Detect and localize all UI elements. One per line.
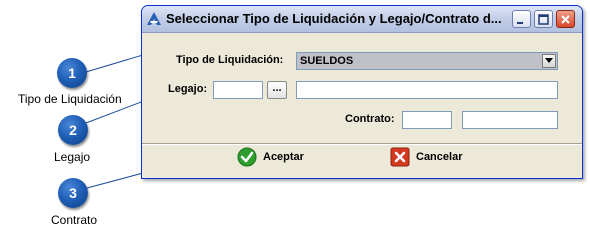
minimize-icon (517, 21, 523, 24)
dialog-window: Seleccionar Tipo de Liquidación y Legajo… (141, 5, 583, 179)
legajo-browse-button[interactable]: ... (267, 81, 287, 99)
legajo-label: Legajo: (168, 83, 208, 95)
legajo-input[interactable] (213, 81, 263, 99)
contrato-description-field[interactable] (462, 111, 558, 129)
close-icon (561, 14, 570, 24)
button-separator (142, 143, 582, 145)
callout-badge-3: 3 (58, 178, 88, 208)
app-logo-icon (147, 12, 161, 25)
callout-badge-2: 2 (58, 115, 88, 145)
maximize-button[interactable] (534, 10, 553, 28)
close-button[interactable] (556, 10, 575, 28)
tipo-liquidacion-label: Tipo de Liquidación: (176, 54, 284, 66)
tipo-liquidacion-value: SUELDOS (300, 55, 354, 67)
contrato-input[interactable] (402, 111, 452, 129)
tipo-liquidacion-dropdown-button[interactable] (542, 54, 556, 68)
callout-badge-1: 1 (57, 58, 87, 88)
legajo-description-field[interactable] (296, 81, 558, 99)
minimize-button[interactable] (512, 10, 531, 28)
cancel-x-icon (390, 147, 410, 167)
cancel-button[interactable]: Cancelar (390, 146, 462, 168)
chevron-down-icon (545, 58, 553, 63)
callout-caption-contrato: Contrato (51, 213, 98, 227)
tipo-liquidacion-select[interactable]: SUELDOS (296, 52, 558, 70)
accept-button[interactable]: Aceptar (237, 146, 304, 168)
check-icon (237, 147, 257, 167)
contrato-label: Contrato: (345, 113, 395, 125)
callout-caption-tipo: Tipo de Liquidación (18, 92, 122, 106)
cancel-button-label: Cancelar (416, 151, 463, 163)
accept-button-label: Aceptar (263, 151, 304, 163)
maximize-icon (538, 13, 549, 25)
title-bar[interactable]: Seleccionar Tipo de Liquidación y Legajo… (142, 6, 582, 33)
callout-caption-legajo: Legajo (54, 150, 91, 164)
window-title: Seleccionar Tipo de Liquidación y Legajo… (166, 11, 502, 26)
